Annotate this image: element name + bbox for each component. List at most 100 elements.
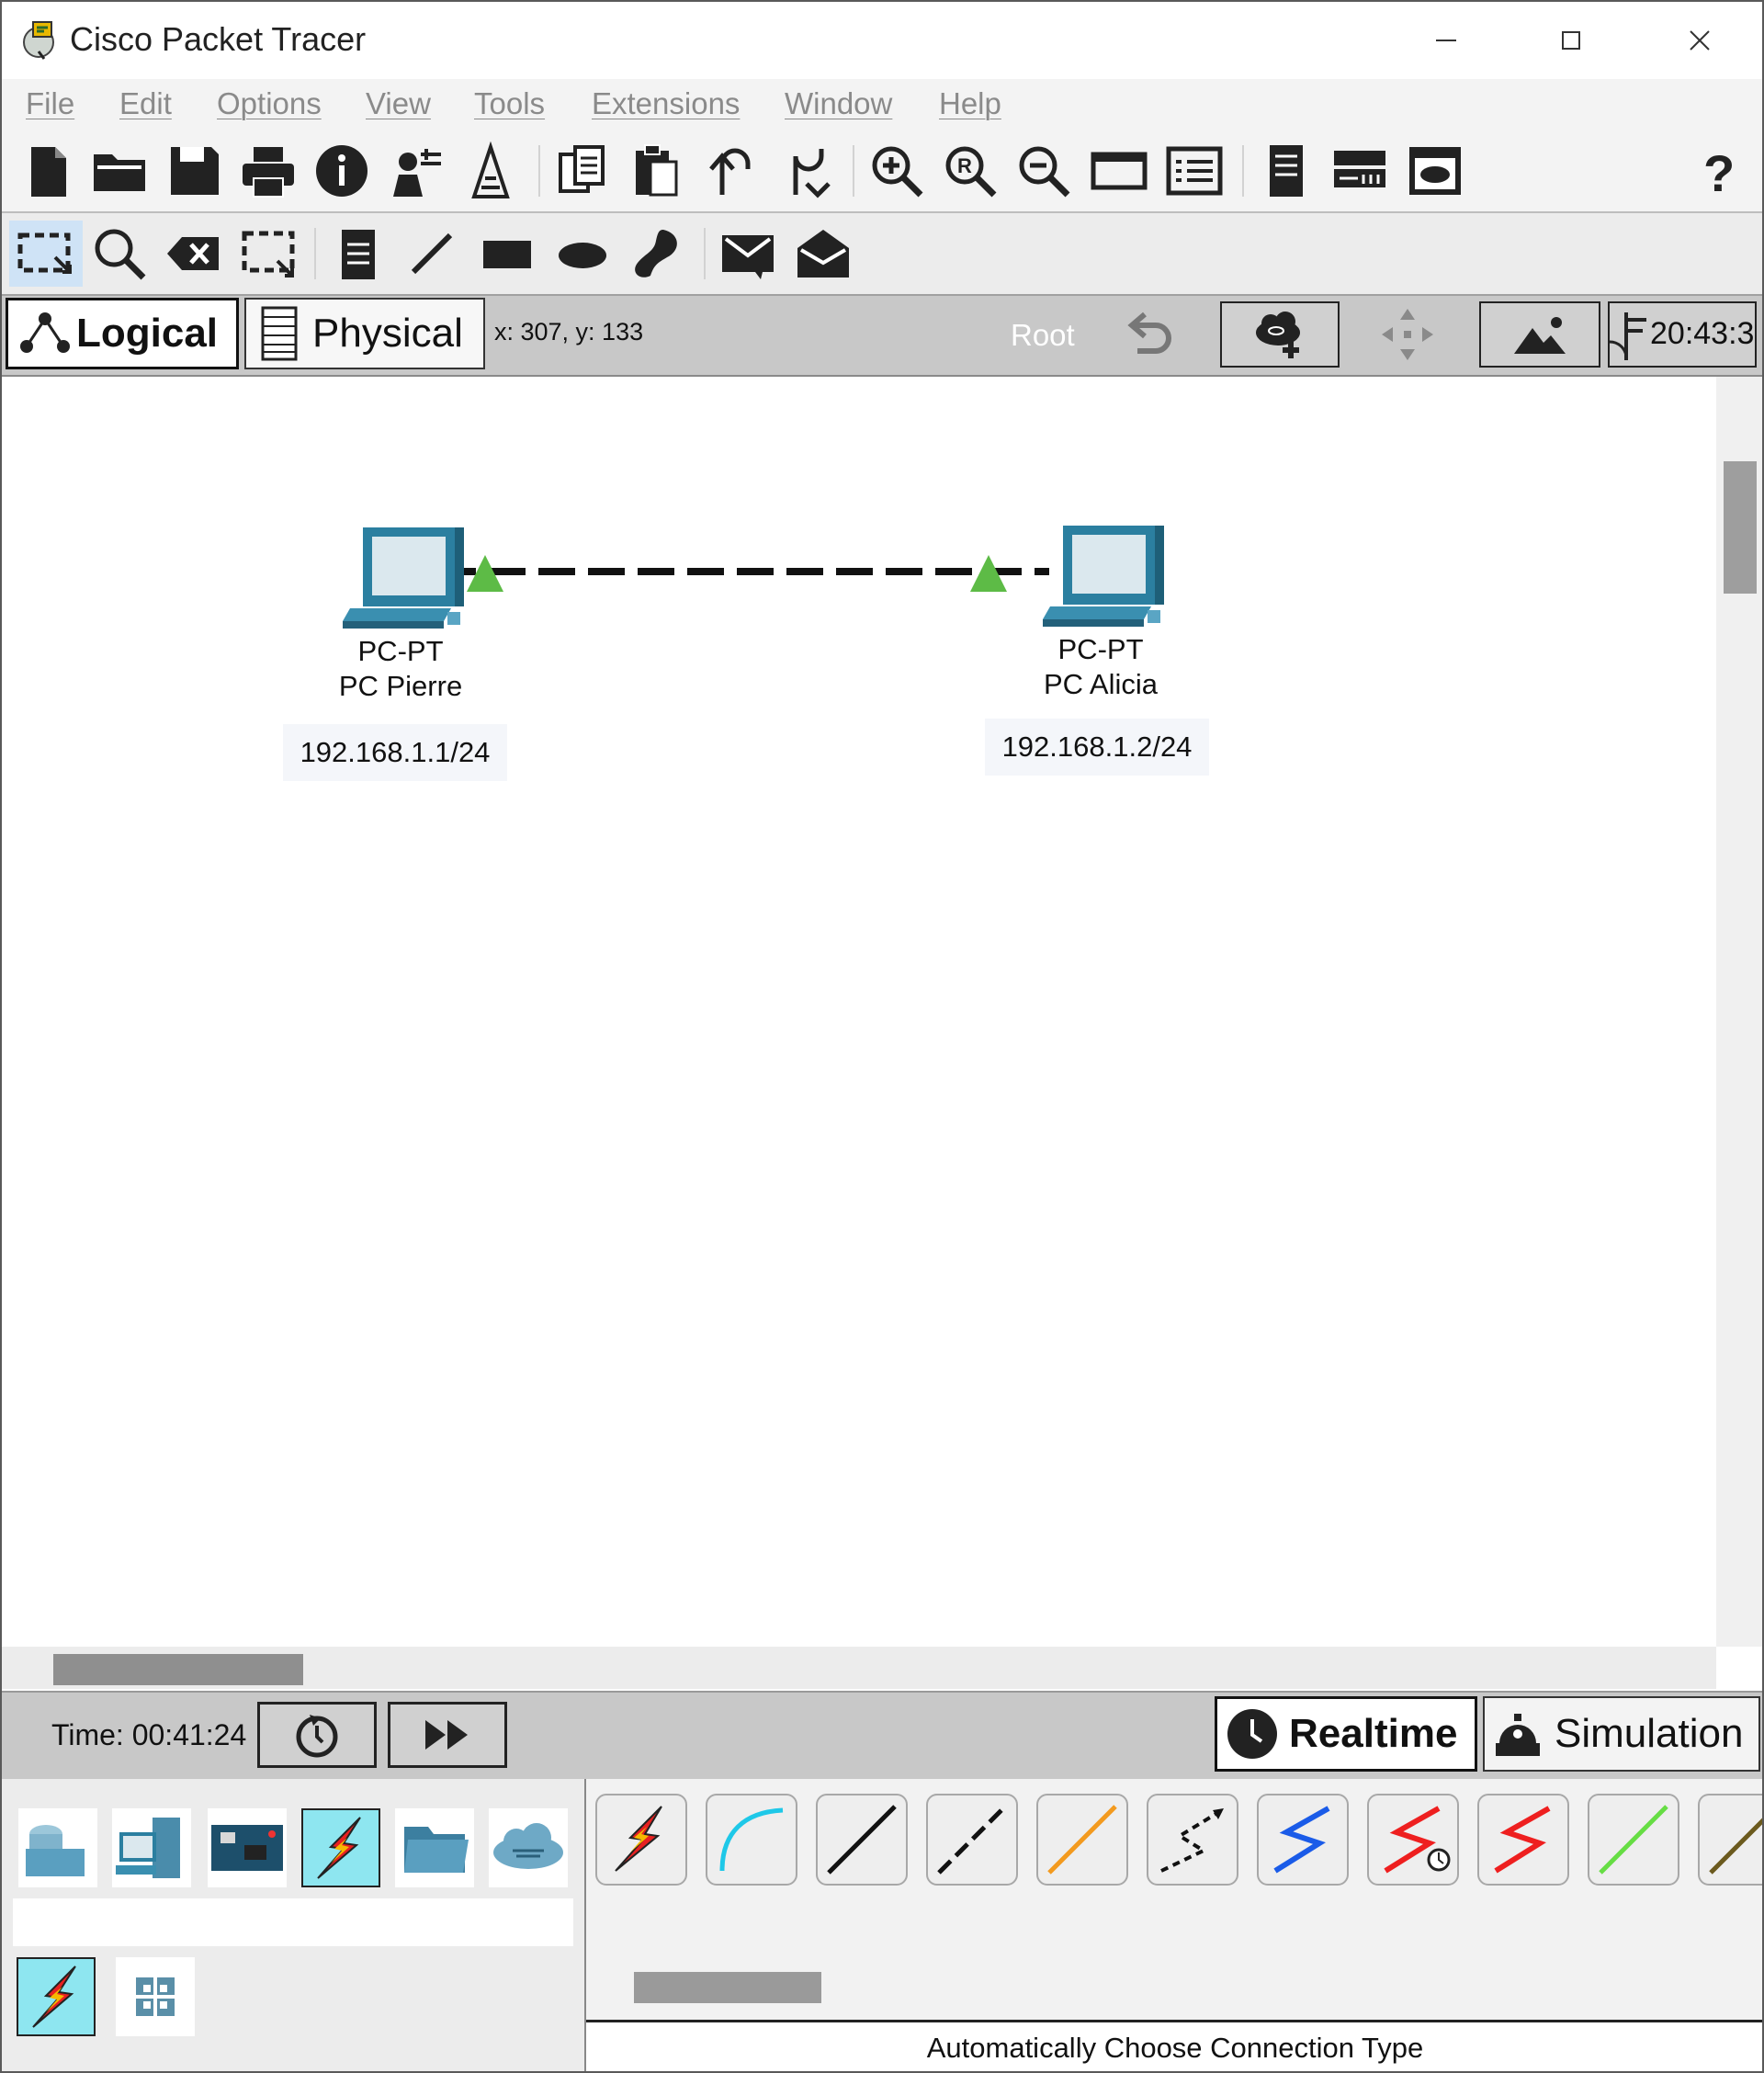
menu-tools[interactable]: Tools [474, 86, 545, 121]
device-pc-alicia[interactable]: PC-PT PC Alicia [981, 522, 1220, 702]
new-cluster-button[interactable] [1220, 301, 1340, 368]
logical-workspace-canvas[interactable]: PC-PT PC Pierre 192.168.1.1/24 PC-PT PC … [2, 377, 1716, 1647]
custom-device-icon[interactable] [386, 142, 445, 200]
simulation-stopwatch-icon [1496, 1714, 1540, 1756]
canvas-horizontal-scrollbar[interactable] [2, 1647, 1716, 1689]
connection-copper-straight[interactable] [816, 1794, 908, 1886]
open-folder-icon[interactable] [90, 142, 149, 200]
subcategory-structured-cabling[interactable] [116, 1957, 195, 2036]
custom-devices-dialog-icon[interactable] [1165, 142, 1224, 200]
menu-bar: File Edit Options View Tools Extensions … [2, 79, 1762, 130]
power-cycle-button[interactable] [257, 1702, 377, 1768]
coaxial-cable-icon [1273, 1806, 1330, 1874]
menu-options[interactable]: Options [217, 86, 322, 121]
tab-logical-label: Logical [76, 311, 219, 356]
zoom-out-icon[interactable] [1014, 142, 1073, 200]
print-icon[interactable] [239, 142, 298, 200]
zoom-in-icon[interactable] [867, 142, 926, 200]
logical-topology-icon [20, 312, 70, 353]
category-network-devices[interactable] [18, 1808, 97, 1887]
draw-line-icon[interactable] [402, 224, 461, 283]
move-object-icon[interactable] [1378, 305, 1437, 364]
freeform-draw-icon[interactable] [627, 224, 685, 283]
network-info-icon[interactable] [1330, 142, 1389, 200]
fiber-cable-icon [1047, 1805, 1117, 1875]
back-arrow-icon[interactable] [1119, 309, 1178, 360]
category-components[interactable] [208, 1808, 287, 1887]
resize-shape-icon[interactable] [239, 224, 298, 283]
tab-physical[interactable]: Physical [244, 298, 485, 369]
device-model-label: PC-PT [1057, 633, 1144, 665]
connection-iot-custom[interactable] [1698, 1794, 1762, 1886]
category-miscellaneous[interactable] [395, 1808, 474, 1887]
place-note-icon[interactable] [329, 224, 388, 283]
menu-file[interactable]: File [26, 86, 74, 121]
viewport-icon[interactable] [1257, 142, 1316, 200]
maximize-button[interactable] [1534, 15, 1608, 66]
info-icon[interactable] [312, 142, 371, 200]
undo-icon[interactable] [704, 142, 763, 200]
set-background-button[interactable] [1479, 301, 1600, 368]
inspect-icon[interactable] [90, 224, 149, 283]
connection-phone[interactable] [1147, 1794, 1238, 1886]
device-pc-pierre[interactable]: PC-PT PC Pierre [281, 524, 520, 704]
menu-edit[interactable]: Edit [119, 86, 172, 121]
tab-logical[interactable]: Logical [6, 298, 239, 369]
save-icon[interactable] [165, 142, 224, 200]
menu-view[interactable]: View [366, 86, 431, 121]
drawing-toolbar [2, 213, 1762, 296]
vertical-scroll-thumb[interactable] [1724, 461, 1757, 594]
connection-automatic[interactable] [595, 1794, 687, 1886]
activity-wizard-icon[interactable] [461, 142, 520, 200]
connections-scroll-thumb[interactable] [634, 1972, 821, 2003]
toolbar-separator [314, 228, 316, 279]
menu-window[interactable]: Window [785, 86, 892, 121]
cloud-add-icon [1256, 312, 1300, 358]
draw-rectangle-icon[interactable] [478, 224, 537, 283]
add-complex-pdu-icon[interactable] [794, 224, 853, 283]
redo-icon[interactable] [777, 142, 836, 200]
paste-icon[interactable] [627, 142, 685, 200]
connection-serial-dce[interactable] [1367, 1794, 1459, 1886]
add-simple-pdu-icon[interactable] [718, 224, 777, 283]
minimize-icon [1436, 40, 1456, 41]
canvas-vertical-scrollbar[interactable] [1716, 377, 1762, 1647]
device-model-label: PC-PT [357, 635, 444, 667]
packet-tracer-logo-icon [23, 21, 54, 60]
svg-text:?: ? [1703, 144, 1735, 200]
simulation-mode-button[interactable]: Simulation [1483, 1696, 1760, 1772]
connection-link[interactable] [2, 377, 1716, 1647]
category-end-devices[interactable] [112, 1808, 191, 1887]
connection-fiber[interactable] [1036, 1794, 1128, 1886]
connection-serial-dte[interactable] [1477, 1794, 1569, 1886]
workspace-tab-bar: Logical Physical x: 307, y: 133 Root 20:… [2, 296, 1762, 377]
subcategory-connections[interactable] [17, 1957, 96, 2036]
new-file-icon[interactable] [18, 142, 77, 200]
connection-copper-cross[interactable] [926, 1794, 1018, 1886]
delete-icon[interactable] [164, 224, 222, 283]
draw-ellipse-icon[interactable] [553, 224, 612, 283]
connection-octal[interactable] [1588, 1794, 1679, 1886]
grid-icon [136, 1977, 175, 2016]
menu-extensions[interactable]: Extensions [592, 86, 740, 121]
horizontal-scroll-thumb[interactable] [53, 1654, 303, 1685]
connection-console[interactable] [706, 1794, 797, 1886]
connection-types-panel: Automatically Choose Connection Type [584, 1779, 1762, 2071]
components-board-icon [211, 1825, 283, 1871]
connection-coaxial[interactable] [1257, 1794, 1349, 1886]
zoom-reset-icon[interactable]: R [941, 142, 1000, 200]
help-icon[interactable]: ? [1690, 142, 1749, 200]
device-name-label: PC Pierre [338, 670, 463, 702]
close-button[interactable] [1663, 15, 1736, 66]
root-breadcrumb[interactable]: Root [1011, 318, 1075, 353]
fast-forward-button[interactable] [388, 1702, 507, 1768]
drawing-palette-icon[interactable] [1090, 142, 1148, 200]
select-tool[interactable] [9, 221, 83, 287]
realtime-mode-button[interactable]: Realtime [1215, 1696, 1477, 1772]
cloud-services-icon[interactable] [1406, 142, 1464, 200]
copy-icon[interactable] [553, 142, 612, 200]
menu-help[interactable]: Help [939, 86, 1001, 121]
category-multiuser[interactable] [489, 1808, 568, 1887]
minimize-button[interactable] [1409, 15, 1483, 66]
category-connections[interactable] [301, 1808, 380, 1887]
